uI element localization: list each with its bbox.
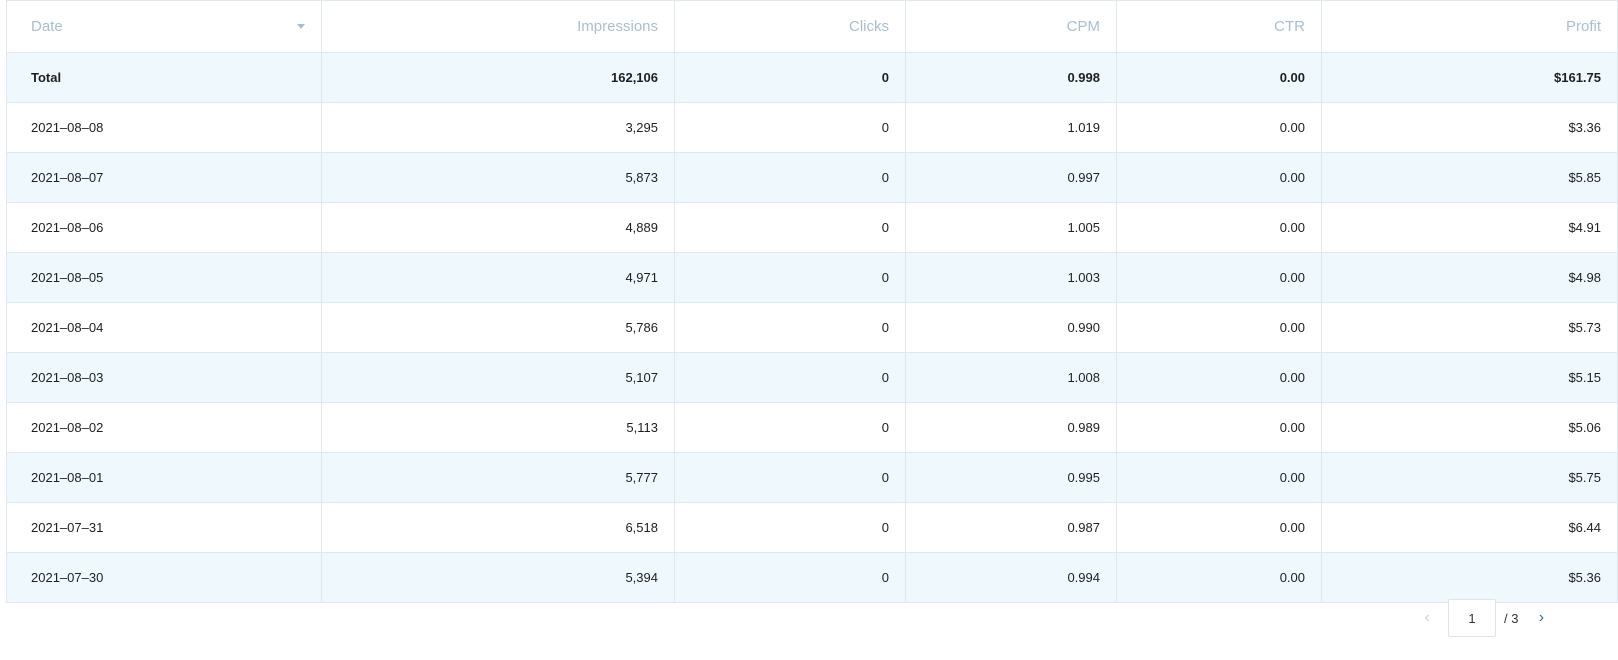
cell-impressions: 5,107	[321, 352, 675, 403]
table-header-row: Date Impressions Clicks CPM CTR Profit	[6, 0, 1618, 53]
page-total-label: / 3	[1504, 610, 1519, 626]
cell-clicks: 0	[674, 202, 906, 253]
table-row: 2021–08–07 5,873 0 0.997 0.00 $5.85	[6, 152, 1618, 203]
cell-impressions: 5,394	[321, 552, 675, 603]
cell-date: 2021–07–30	[6, 552, 322, 603]
table-row: 2021–07–30 5,394 0 0.994 0.00 $5.36	[6, 552, 1618, 603]
table-row: 2021–07–31 6,518 0 0.987 0.00 $6.44	[6, 502, 1618, 553]
chevron-right-icon[interactable]: ›	[1532, 609, 1550, 627]
cell-cpm: 0.994	[905, 552, 1117, 603]
column-header-impressions[interactable]: Impressions	[321, 0, 675, 53]
cell-cpm: 0.990	[905, 302, 1117, 353]
cell-date: 2021–07–31	[6, 502, 322, 553]
table-row: 2021–08–02 5,113 0 0.989 0.00 $5.06	[6, 402, 1618, 453]
cell-date: 2021–08–01	[6, 452, 322, 503]
stats-table-container: Date Impressions Clicks CPM CTR Profit T…	[6, 0, 1618, 603]
table-row: 2021–08–06 4,889 0 1.005 0.00 $4.91	[6, 202, 1618, 253]
cell-ctr: 0.00	[1116, 452, 1322, 503]
cell-ctr: 0.00	[1116, 352, 1322, 403]
column-header-clicks[interactable]: Clicks	[674, 0, 906, 53]
table-row: 2021–08–05 4,971 0 1.003 0.00 $4.98	[6, 252, 1618, 303]
table-row: 2021–08–01 5,777 0 0.995 0.00 $5.75	[6, 452, 1618, 503]
column-header-cpm[interactable]: CPM	[905, 0, 1117, 53]
stats-table: Date Impressions Clicks CPM CTR Profit T…	[6, 0, 1618, 603]
cell-profit: $5.36	[1321, 552, 1618, 603]
total-impressions: 162,106	[321, 52, 675, 103]
table-row: 2021–08–04 5,786 0 0.990 0.00 $5.73	[6, 302, 1618, 353]
cell-profit: $5.15	[1321, 352, 1618, 403]
total-clicks: 0	[674, 52, 906, 103]
column-header-profit[interactable]: Profit	[1321, 0, 1618, 53]
cell-date: 2021–08–03	[6, 352, 322, 403]
cell-profit: $4.98	[1321, 252, 1618, 303]
cell-cpm: 0.989	[905, 402, 1117, 453]
total-label: Total	[6, 52, 322, 103]
cell-impressions: 4,971	[321, 252, 675, 303]
cell-cpm: 0.997	[905, 152, 1117, 203]
cell-impressions: 3,295	[321, 102, 675, 153]
cell-date: 2021–08–04	[6, 302, 322, 353]
cell-date: 2021–08–08	[6, 102, 322, 153]
column-header-date[interactable]: Date	[6, 0, 322, 53]
cell-clicks: 0	[674, 252, 906, 303]
page-number-input[interactable]	[1448, 599, 1496, 637]
cell-profit: $6.44	[1321, 502, 1618, 553]
cell-clicks: 0	[674, 152, 906, 203]
cell-date: 2021–08–05	[6, 252, 322, 303]
cell-date: 2021–08–02	[6, 402, 322, 453]
cell-ctr: 0.00	[1116, 102, 1322, 153]
cell-cpm: 0.995	[905, 452, 1117, 503]
cell-ctr: 0.00	[1116, 502, 1322, 553]
cell-cpm: 0.987	[905, 502, 1117, 553]
chevron-left-icon[interactable]: ‹	[1418, 609, 1436, 627]
cell-clicks: 0	[674, 402, 906, 453]
cell-cpm: 1.003	[905, 252, 1117, 303]
column-header-ctr[interactable]: CTR	[1116, 0, 1322, 53]
cell-cpm: 1.008	[905, 352, 1117, 403]
total-row: Total 162,106 0 0.998 0.00 $161.75	[6, 52, 1618, 103]
cell-date: 2021–08–07	[6, 152, 322, 203]
total-ctr: 0.00	[1116, 52, 1322, 103]
cell-profit: $5.06	[1321, 402, 1618, 453]
cell-profit: $5.85	[1321, 152, 1618, 203]
sort-down-icon[interactable]	[297, 24, 305, 29]
cell-clicks: 0	[674, 352, 906, 403]
cell-impressions: 5,113	[321, 402, 675, 453]
cell-profit: $4.91	[1321, 202, 1618, 253]
pagination: ‹ / 3 ›	[1418, 598, 1550, 638]
cell-impressions: 4,889	[321, 202, 675, 253]
cell-ctr: 0.00	[1116, 302, 1322, 353]
cell-profit: $3.36	[1321, 102, 1618, 153]
total-profit: $161.75	[1321, 52, 1618, 103]
cell-clicks: 0	[674, 302, 906, 353]
cell-clicks: 0	[674, 552, 906, 603]
cell-impressions: 5,777	[321, 452, 675, 503]
cell-impressions: 5,786	[321, 302, 675, 353]
cell-clicks: 0	[674, 102, 906, 153]
cell-ctr: 0.00	[1116, 202, 1322, 253]
cell-clicks: 0	[674, 502, 906, 553]
cell-ctr: 0.00	[1116, 552, 1322, 603]
cell-ctr: 0.00	[1116, 402, 1322, 453]
cell-clicks: 0	[674, 452, 906, 503]
total-cpm: 0.998	[905, 52, 1117, 103]
table-row: 2021–08–03 5,107 0 1.008 0.00 $5.15	[6, 352, 1618, 403]
cell-profit: $5.75	[1321, 452, 1618, 503]
cell-impressions: 5,873	[321, 152, 675, 203]
cell-impressions: 6,518	[321, 502, 675, 553]
cell-ctr: 0.00	[1116, 252, 1322, 303]
cell-cpm: 1.019	[905, 102, 1117, 153]
table-row: 2021–08–08 3,295 0 1.019 0.00 $3.36	[6, 102, 1618, 153]
cell-date: 2021–08–06	[6, 202, 322, 253]
cell-ctr: 0.00	[1116, 152, 1322, 203]
cell-profit: $5.73	[1321, 302, 1618, 353]
cell-cpm: 1.005	[905, 202, 1117, 253]
